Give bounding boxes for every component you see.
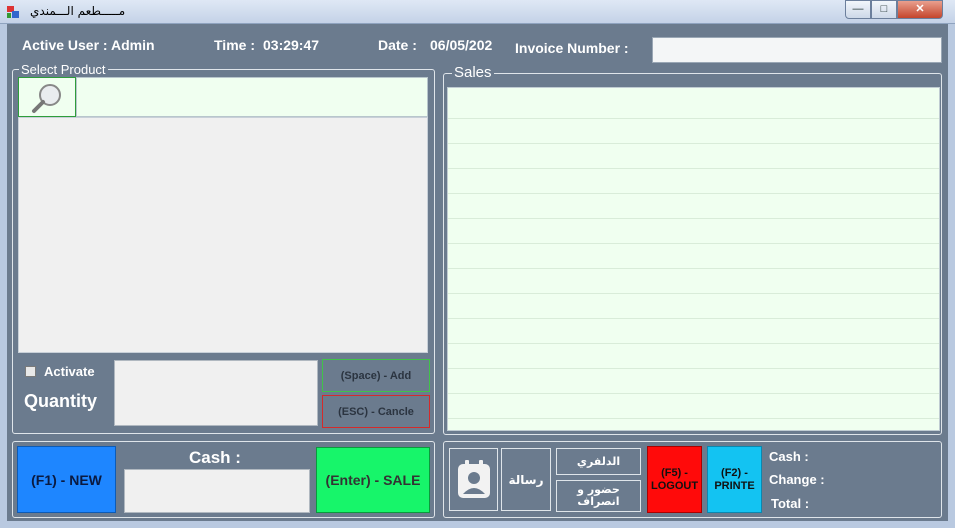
window-frame-right	[948, 24, 955, 528]
maximize-button[interactable]: □	[871, 0, 897, 19]
cash-label: Cash :	[189, 448, 241, 467]
search-icon	[32, 84, 61, 113]
product-search-input[interactable]	[76, 77, 428, 117]
invoice-number-input[interactable]	[652, 37, 942, 63]
activate-label: Activate	[44, 364, 95, 379]
attendance-button[interactable]: حضور و انصراف	[556, 480, 641, 512]
maximize-icon: □	[880, 3, 888, 15]
date-value: 06/05/202	[430, 37, 493, 53]
cash-input[interactable]	[124, 469, 310, 513]
minimize-button[interactable]: —	[845, 0, 871, 19]
delivery-button[interactable]: الدلفري	[556, 448, 641, 475]
summary-total-label: Total :	[771, 496, 810, 511]
title-bar	[0, 0, 955, 24]
invoice-number-label: Invoice Number :	[515, 40, 629, 56]
app-icon	[6, 5, 20, 19]
window-title: مـــــطعم الـــمندي	[30, 4, 126, 18]
print-button[interactable]: (F2) - PRINTE	[707, 446, 762, 513]
product-list[interactable]	[18, 117, 428, 353]
add-button[interactable]: (Space) - Add	[322, 359, 430, 392]
sales-group-title: Sales	[452, 64, 494, 81]
sale-button[interactable]: (Enter) - SALE	[316, 447, 430, 513]
time-label: Time :	[214, 37, 255, 53]
new-button[interactable]: (F1) - NEW	[17, 446, 116, 513]
activate-checkbox[interactable]	[25, 366, 36, 377]
search-button[interactable]	[18, 77, 76, 117]
window-frame-left	[0, 24, 7, 528]
active-user-label: Active User : Admin	[22, 37, 155, 53]
logout-button[interactable]: (F5) - LOGOUT	[647, 446, 702, 513]
close-button[interactable]: ✕	[897, 0, 943, 19]
summary-cash-label: Cash :	[769, 449, 809, 464]
window-frame-bottom	[0, 521, 955, 528]
contacts-button[interactable]	[449, 448, 498, 511]
time-value: 03:29:47	[263, 37, 320, 53]
message-button[interactable]: رسالة	[501, 448, 551, 511]
close-icon: ✕	[915, 3, 925, 15]
sales-grid[interactable]	[447, 87, 940, 431]
minimize-icon: —	[852, 3, 864, 15]
select-product-group-title: Select Product	[19, 62, 108, 77]
quantity-input[interactable]	[114, 360, 318, 426]
contact-card-icon	[457, 459, 490, 498]
date-label: Date :	[378, 37, 417, 53]
summary-change-label: Change :	[769, 472, 825, 487]
cancel-button[interactable]: (ESC) - Cancle	[322, 395, 430, 428]
quantity-label: Quantity	[24, 391, 98, 411]
